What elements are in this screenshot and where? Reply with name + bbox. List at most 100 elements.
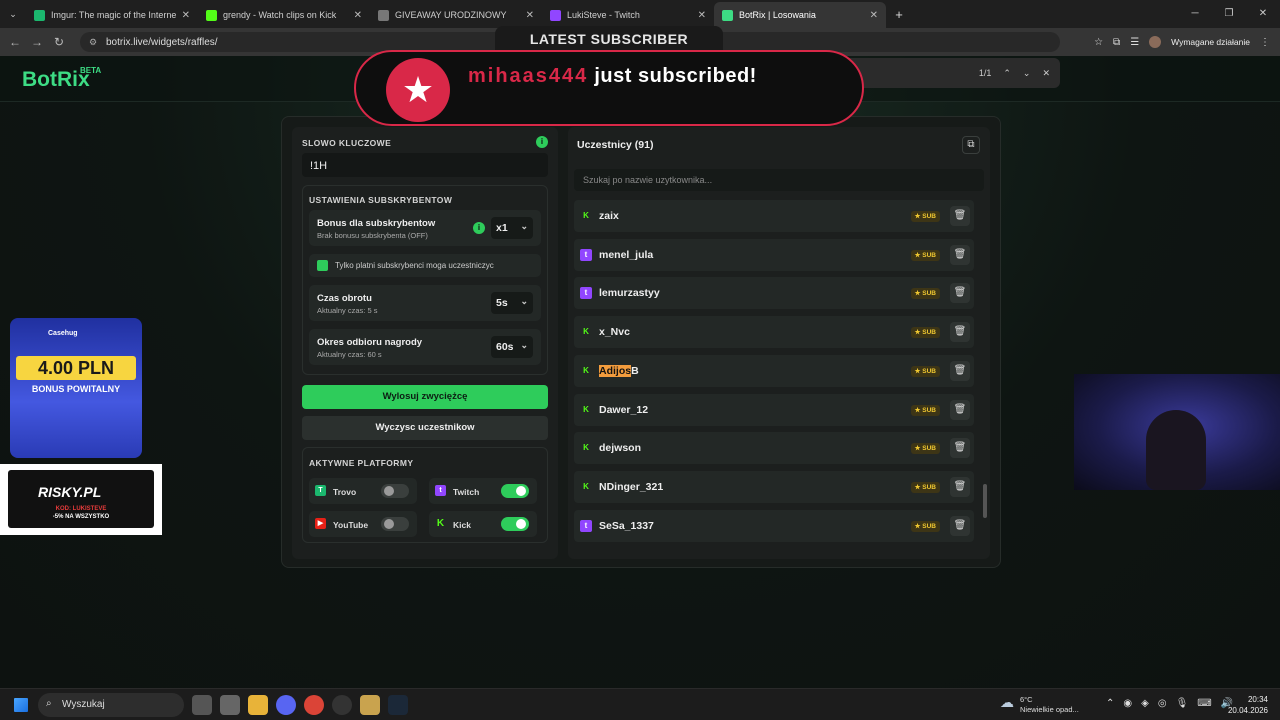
twitch-icon: t [580, 287, 592, 300]
taskbar-search-text: Wyszukaj [62, 699, 105, 710]
trash-icon[interactable]: 🗑 [950, 438, 970, 459]
find-close-icon[interactable]: ✕ [1042, 68, 1050, 79]
participant-row[interactable]: Kdejwson ★ SUB 🗑 [574, 432, 974, 465]
info-icon[interactable]: i [536, 136, 548, 148]
bookmark-star-icon[interactable]: ☆ [1094, 37, 1103, 48]
tab-close-icon[interactable]: ✕ [354, 10, 362, 21]
participant-row[interactable]: t SeSa_1337 ★ SUB 🗑 [574, 509, 974, 542]
risky-promo-banner[interactable]: RISKY.PL KOD: LUKISTEVE -5% NA WSZYSTKO [0, 464, 162, 535]
menu-kebab-icon[interactable]: ⋮ [1260, 37, 1270, 48]
browser-tab[interactable]: BotRix | Losowania ✕ [714, 2, 886, 28]
discord-icon[interactable] [276, 695, 296, 715]
chrome-icon[interactable] [304, 695, 324, 715]
clear-participants-button[interactable]: Wyczysc uczestnikow [302, 416, 548, 440]
trash-icon[interactable]: 🗑 [950, 360, 970, 381]
participants-title: Uczestnicy (91) [577, 139, 654, 151]
tab-title: GIVEAWAY URODZINOWY [395, 10, 507, 20]
bonus-select[interactable]: x1 ⌄ [491, 217, 533, 239]
participant-row[interactable]: t lemurzastyy ★ SUB 🗑 [574, 277, 974, 310]
reload-button[interactable]: ↻ [48, 35, 70, 49]
new-tab-button[interactable]: + [890, 5, 908, 23]
alert-text: mihaas444 just subscribed! [468, 65, 757, 88]
tab-close-icon[interactable]: ✕ [870, 10, 878, 21]
participant-search-input[interactable]: Szukaj po nazwie uzytkownika... [574, 169, 984, 191]
copy-icon[interactable]: ⧉ [962, 136, 980, 154]
bonus-info-icon[interactable]: i [473, 222, 485, 234]
paid-only-checkbox[interactable] [317, 260, 328, 271]
platform-name: Kick [453, 520, 471, 530]
taskbar-search[interactable]: ⌕ Wyszukaj [38, 693, 184, 717]
participant-row[interactable]: t menel_jula ★ SUB 🗑 [574, 238, 974, 271]
tab-close-icon[interactable]: ✕ [526, 10, 534, 21]
risky-logo: RISKY.PL [38, 484, 102, 500]
spin-select[interactable]: 5s ⌄ [491, 292, 533, 314]
kick-toggle[interactable] [501, 517, 529, 531]
trash-icon[interactable]: 🗑 [950, 244, 970, 265]
nvidia-tray-icon[interactable]: ◈ [1141, 698, 1149, 709]
browser-tab[interactable]: LukiSteve - Twitch ✕ [542, 2, 714, 28]
trash-icon[interactable]: 🗑 [950, 206, 970, 226]
find-next-icon[interactable]: ⌄ [1023, 68, 1031, 79]
network-icon[interactable]: ⌨ [1197, 698, 1211, 709]
steam-icon[interactable] [388, 695, 408, 715]
steam-tray-icon[interactable]: ◎ [1158, 698, 1167, 709]
tab-close-icon[interactable]: ✕ [182, 10, 190, 21]
tab-title: grendy - Watch clips on Kick [223, 10, 337, 20]
claim-select[interactable]: 60s ⌄ [491, 336, 533, 358]
trash-icon[interactable]: 🗑 [950, 515, 970, 536]
back-button[interactable]: ← [4, 35, 26, 49]
trash-icon[interactable]: 🗑 [950, 283, 970, 304]
participant-row[interactable]: Kzaix ★ SUB 🗑 [574, 200, 974, 232]
maximize-button[interactable]: ❐ [1212, 0, 1246, 28]
start-button[interactable] [14, 698, 28, 712]
tab-menu-chevron-icon[interactable]: ⌄ [0, 9, 26, 20]
task-view-icon[interactable] [192, 695, 212, 715]
keyword-input[interactable]: !1H [302, 153, 548, 177]
participant-row[interactable]: Kx_Nvc ★ SUB 🗑 [574, 316, 974, 349]
tab-favicon-icon [550, 9, 561, 21]
paid-only-label: Tylko platni subskrybenci moga uczestnic… [335, 261, 494, 270]
bonus-title: Bonus dla subskrybentow [317, 218, 436, 229]
trash-icon[interactable]: 🗑 [950, 322, 970, 343]
claim-select-value: 60s [496, 341, 514, 353]
app-icon[interactable] [360, 695, 380, 715]
participant-scrollbar[interactable] [983, 484, 987, 518]
participants-panel: Uczestnicy (91) ⧉ Szukaj po nazwie uzytk… [568, 127, 990, 559]
app-icon[interactable] [220, 695, 240, 715]
trash-icon[interactable]: 🗑 [950, 476, 970, 497]
trash-icon[interactable]: 🗑 [950, 399, 970, 420]
youtube-toggle[interactable] [381, 517, 409, 531]
clock[interactable]: 20:34 20.04.2026 [1228, 694, 1268, 716]
site-info-icon[interactable]: ⚙ [89, 37, 97, 48]
twitch-icon: t [435, 485, 446, 496]
twitch-toggle[interactable] [501, 484, 529, 498]
chevron-up-icon[interactable]: ⌃ [1106, 698, 1114, 709]
tab-close-icon[interactable]: ✕ [698, 10, 706, 21]
browser-tab[interactable]: Imgur: The magic of the Interne ✕ [26, 2, 198, 28]
risky-discount: -5% NA WSZYSTKO [52, 514, 110, 520]
draw-winner-button[interactable]: Wylosuj zwyciężcę [302, 385, 548, 409]
forward-button[interactable]: → [26, 35, 48, 49]
participant-row[interactable]: K Dawer_12 ★ SUB 🗑 [574, 393, 974, 426]
minimize-button[interactable]: ─ [1178, 0, 1212, 28]
trovo-toggle[interactable] [381, 484, 409, 498]
participant-row[interactable]: K AdijosB ★ SUB 🗑 [574, 354, 974, 387]
participant-row[interactable]: K NDinger_321 ★ SUB 🗑 [574, 470, 974, 503]
close-window-button[interactable]: ✕ [1246, 0, 1280, 28]
participant-name: dejwson [599, 442, 642, 455]
browser-tab[interactable]: grendy - Watch clips on Kick ✕ [198, 2, 370, 28]
paid-only-row[interactable]: Tylko platni subskrybenci moga uczestnic… [309, 254, 541, 277]
required-action-button[interactable]: Wymagane działanie [1171, 37, 1250, 47]
reading-list-icon[interactable]: ☰ [1130, 37, 1139, 48]
casehug-promo-banner[interactable]: Casehug 4.00 PLN BONUS POWITALNY [10, 318, 142, 458]
file-explorer-icon[interactable] [248, 695, 268, 715]
profile-avatar[interactable] [1149, 36, 1162, 48]
extensions-icon[interactable]: ⧉ [1113, 37, 1120, 48]
browser-tab[interactable]: GIVEAWAY URODZINOWY ✕ [370, 2, 542, 28]
discord-tray-icon[interactable]: ◉ [1123, 698, 1132, 709]
botrix-logo[interactable]: BotRix BETA [22, 66, 101, 92]
find-prev-icon[interactable]: ⌃ [1003, 68, 1011, 79]
obs-icon[interactable] [332, 695, 352, 715]
participant-name: menel_jula [599, 248, 654, 261]
mic-icon[interactable]: 🎙 [1176, 698, 1189, 709]
